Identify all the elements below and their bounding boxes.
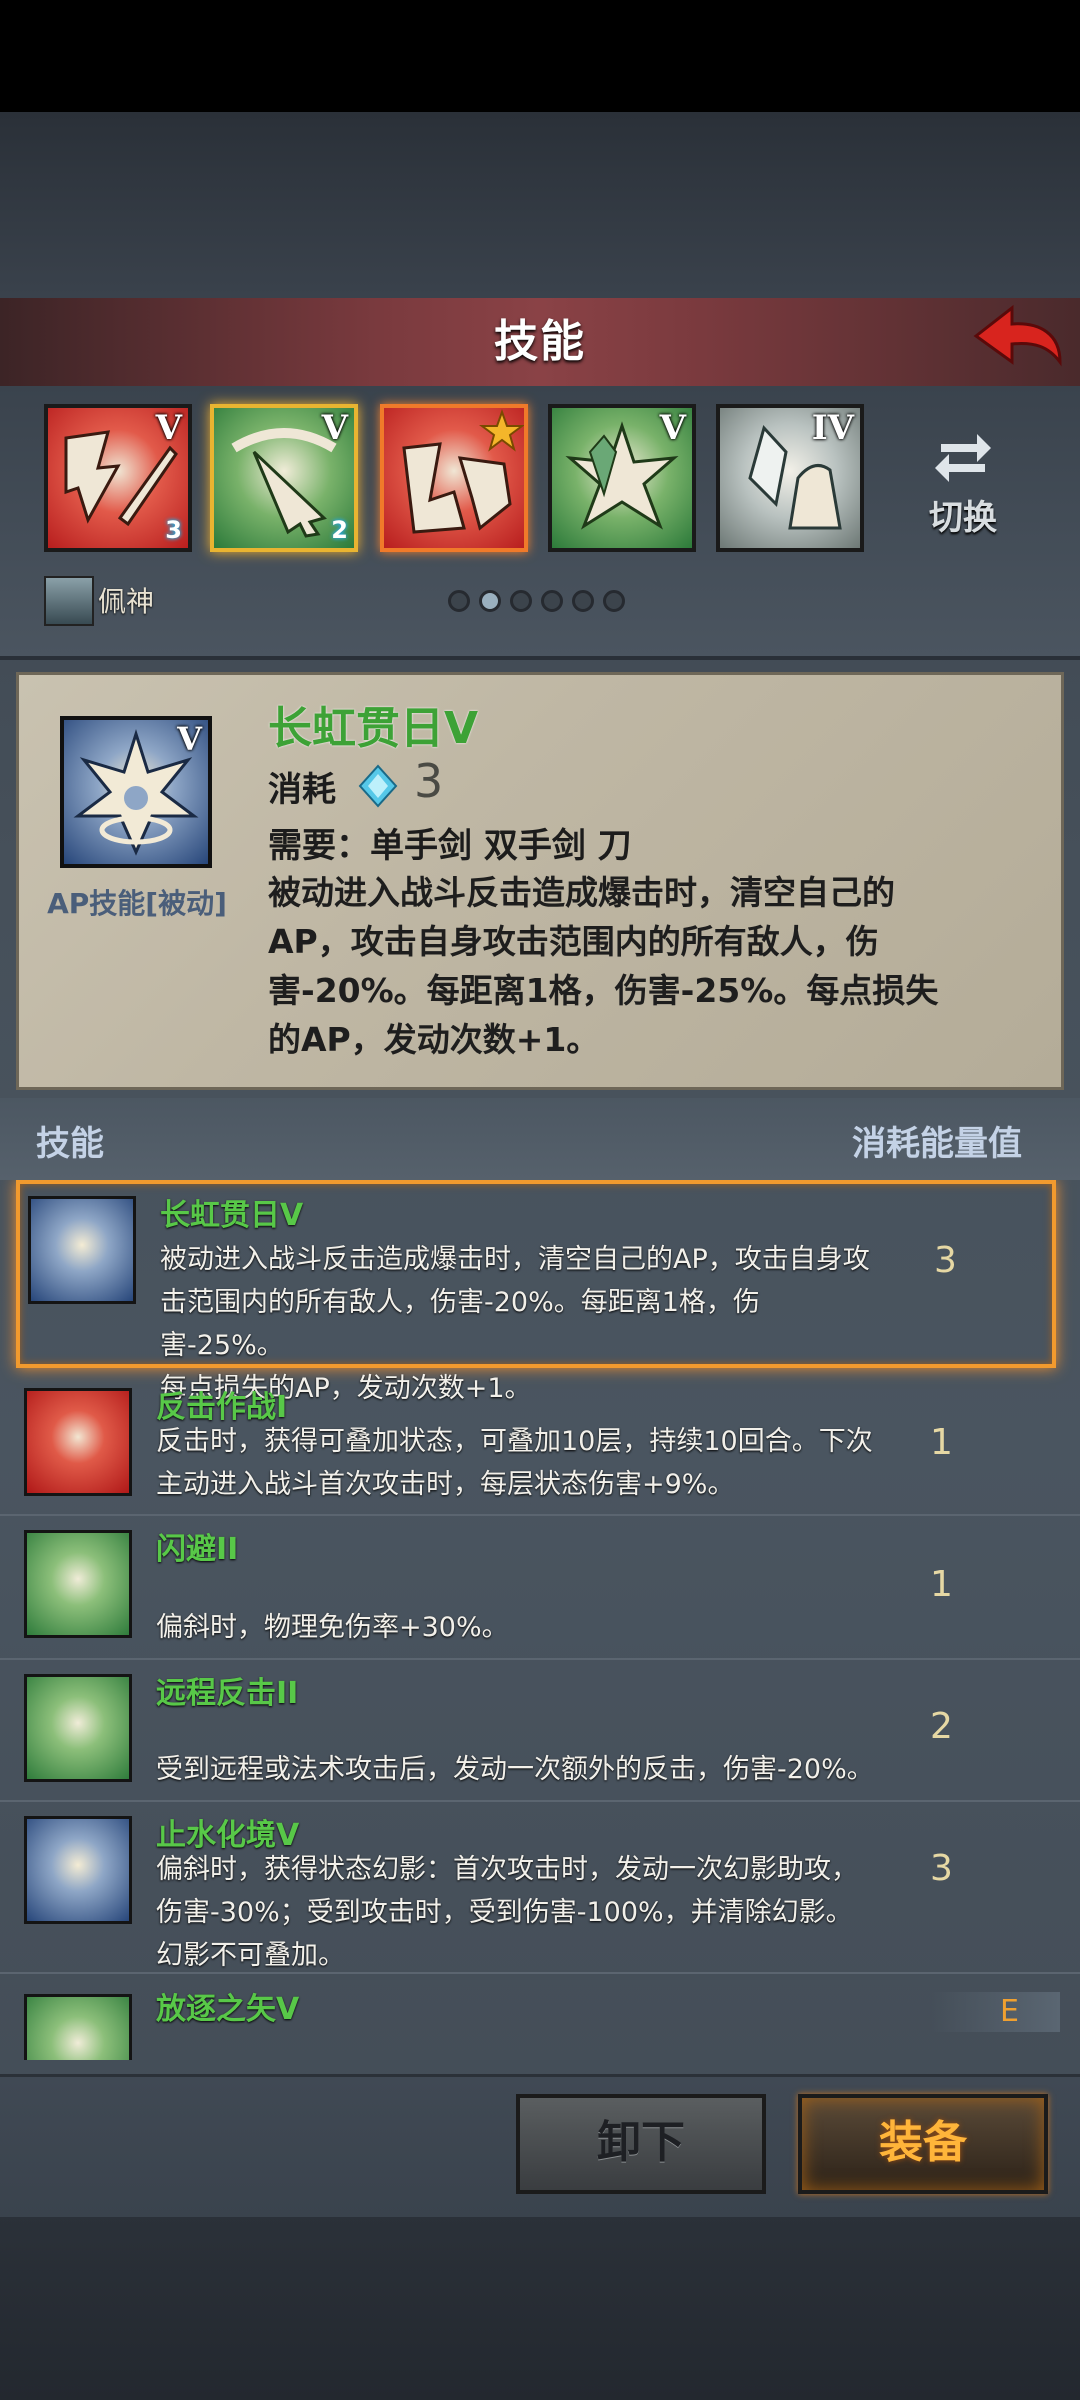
cost-value: 3 — [414, 754, 444, 808]
skill-slot-4[interactable]: V — [548, 404, 696, 552]
desc-line: 主动进入战斗首次攻击时，每层状态伤害+9%。 — [156, 1469, 735, 1500]
weapon-requirement: 需要：单手剑 双手剑 刀 — [268, 826, 632, 866]
desc-line: 反击时，获得可叠加状态，可叠加10层，持续10回合。下次 — [156, 1426, 873, 1457]
skill-row[interactable]: 远程反击II 受到远程或法术攻击后，发动一次额外的反击，伤害-20%。 2 — [0, 1660, 1080, 1802]
character-name: 佩神 — [98, 585, 155, 618]
skill-detail-name: 长虹贯日V — [268, 703, 479, 754]
desc-line: 被动进入战斗反击造成爆击时，清空自己的AP，攻击自身攻 — [160, 1244, 870, 1275]
unequip-button[interactable]: 卸下 — [516, 2094, 766, 2194]
fist-strike-icon — [402, 409, 524, 534]
swap-arrows-icon — [935, 434, 991, 482]
skill-cost: 3 — [930, 1848, 953, 1889]
equip-button[interactable]: 装备 — [798, 2094, 1048, 2194]
desc-line: 击范围内的所有敌人，伤害-20%。每距离1格，伤害-25%。 — [160, 1287, 760, 1361]
ranged-counter-icon — [24, 1674, 132, 1782]
skill-row[interactable]: 闪避II 偏斜时，物理免伤率+30%。 1 — [0, 1516, 1080, 1660]
slot-gem-count: 3 — [165, 516, 182, 544]
skill-row[interactable]: 放逐之矢V — [0, 1974, 1080, 2060]
skill-name: 放逐之矢V — [156, 1992, 300, 2027]
slot-gem-count: 2 — [331, 516, 348, 544]
switch-label: 切换 — [929, 498, 997, 538]
exile-arrow-icon — [24, 1994, 132, 2060]
skill-slot-2[interactable]: V 2 — [210, 404, 358, 552]
skill-cost: 1 — [930, 1422, 953, 1463]
slot-level: V — [659, 408, 686, 448]
skill-cost: 2 — [930, 1706, 953, 1747]
skill-row[interactable]: 反击作战I 反击时，获得可叠加状态，可叠加10层，持续10回合。下次 主动进入战… — [0, 1374, 1080, 1516]
equipped-tag-bg — [932, 1992, 1060, 2032]
phantom-icon — [24, 1816, 132, 1924]
slot-level: V — [321, 408, 348, 448]
skill-row-selected[interactable]: 长虹贯日V 被动进入战斗反击造成爆击时，清空自己的AP，攻击自身攻 击范围内的所… — [16, 1180, 1056, 1404]
desc-line: 伤害-30%；受到攻击时，受到伤害-100%，并清除幻影。 — [156, 1897, 853, 1928]
cost-label: 消耗 — [268, 770, 336, 810]
back-arrow-icon — [973, 304, 1062, 367]
page-dot[interactable] — [479, 590, 501, 612]
page-title: 技能 — [494, 316, 586, 367]
desc-line: 受到远程或法术攻击后，发动一次额外的反击，伤害-20%。 — [156, 1754, 874, 1785]
page-dot[interactable] — [541, 590, 563, 612]
skill-detail-icon: V — [60, 716, 212, 868]
back-button[interactable] — [968, 300, 1068, 380]
skill-name: 远程反击II — [156, 1676, 299, 1711]
skill-name: 长虹贯日V — [160, 1198, 304, 1233]
skill-slot-3[interactable] — [380, 404, 528, 552]
slot-level: V — [155, 408, 182, 448]
list-header-cost: 消耗能量值 — [852, 1124, 1022, 1164]
skill-desc: 偏斜时，获得状态幻影：首次攻击时，发动一次幻影助攻， 伤害-30%；受到攻击时，… — [156, 1848, 876, 1977]
top-backdrop — [0, 112, 1080, 298]
skill-detail-description: 被动进入战斗反击造成爆击时，清空自己的AP，攻击自身攻击范围内的所有敌人，伤害-… — [268, 873, 939, 1059]
skill-slot-1[interactable]: V 3 — [44, 404, 192, 552]
equipped-tag: E — [1000, 1994, 1019, 2029]
energy-gem-icon — [356, 764, 400, 808]
skill-list[interactable]: 长虹贯日V 被动进入战斗反击造成爆击时，清空自己的AP，攻击自身攻 击范围内的所… — [0, 1180, 1080, 2060]
sword-burst-icon — [28, 1196, 136, 1304]
skill-cost: 3 — [934, 1240, 957, 1281]
detail-level: V — [177, 720, 202, 758]
switch-button[interactable]: 切换 — [918, 424, 1008, 544]
desc-line: 偏斜时，获得状态幻影：首次攻击时，发动一次幻影助攻， — [156, 1854, 858, 1885]
page-dot[interactable] — [603, 590, 625, 612]
skill-desc: 受到远程或法术攻击后，发动一次额外的反击，伤害-20%。 — [156, 1748, 876, 1791]
slot-level: IV — [811, 408, 854, 448]
dodge-icon — [24, 1530, 132, 1638]
counter-attack-icon — [24, 1388, 132, 1496]
bottom-backdrop — [0, 2214, 1080, 2400]
skill-name: 闪避II — [156, 1532, 239, 1567]
skill-desc: 反击时，获得可叠加状态，可叠加10层，持续10回合。下次 主动进入战斗首次攻击时… — [156, 1420, 876, 1506]
skill-row[interactable]: 止水化境V 偏斜时，获得状态幻影：首次攻击时，发动一次幻影助攻， 伤害-30%；… — [0, 1802, 1080, 1974]
list-header-skill: 技能 — [36, 1124, 104, 1164]
desc-line: 幻影不可叠加。 — [156, 1940, 345, 1971]
skill-cost: 1 — [930, 1564, 953, 1605]
page-dot[interactable] — [510, 590, 532, 612]
desc-line: 偏斜时，物理免伤率+30%。 — [156, 1612, 509, 1643]
page-indicator — [448, 590, 638, 616]
skill-slot-5[interactable]: IV — [716, 404, 864, 552]
page-dot[interactable] — [448, 590, 470, 612]
character-avatar[interactable] — [44, 576, 94, 626]
skill-type: AP技能[被动] — [47, 887, 227, 920]
page-dot[interactable] — [572, 590, 594, 612]
skill-desc: 偏斜时，物理免伤率+30%。 — [156, 1606, 876, 1649]
star-icon — [479, 409, 524, 452]
